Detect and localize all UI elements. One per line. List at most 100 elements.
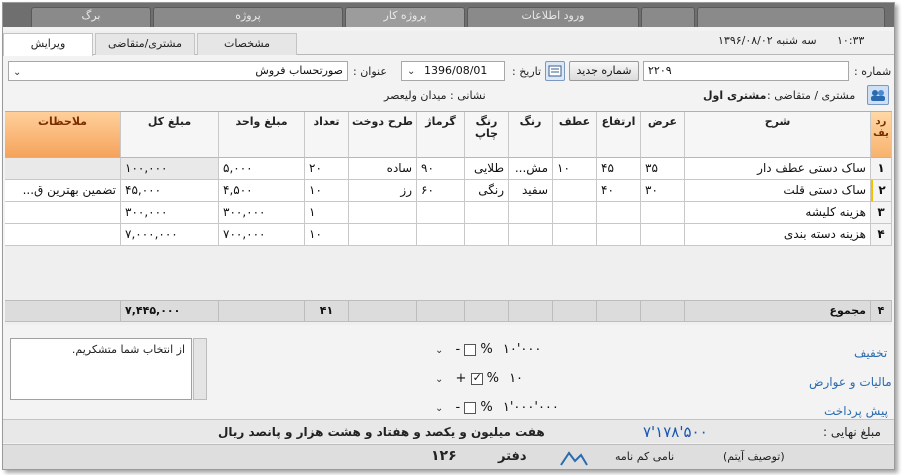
cell-qty[interactable]: ۲۰ xyxy=(305,158,349,180)
tax-percent-checkbox[interactable] xyxy=(470,371,483,385)
col-header-color[interactable]: رنگ xyxy=(509,112,553,158)
cell-stitch[interactable]: ساده xyxy=(349,158,417,180)
cell-unit-price[interactable]: ۴,۵۰۰ xyxy=(219,180,305,202)
cell-total[interactable]: ۳۰۰,۰۰۰ xyxy=(121,202,219,224)
cell-width[interactable]: ۳۵ xyxy=(641,158,685,180)
top-tab-2[interactable]: پروژه xyxy=(153,7,343,27)
cell-notes[interactable]: تضمین بهترین ق... xyxy=(5,180,121,202)
new-number-button[interactable]: شماره جدید xyxy=(569,61,639,81)
col-header-row-number[interactable]: رد یف xyxy=(871,112,892,158)
cell-color[interactable] xyxy=(509,224,553,246)
cell-print-color[interactable] xyxy=(465,202,509,224)
cell-stitch[interactable] xyxy=(349,202,417,224)
prepay-percent-checkbox[interactable] xyxy=(464,401,477,414)
cell-total[interactable]: ۴۵,۰۰۰ xyxy=(121,180,219,202)
customer-group-icon[interactable] xyxy=(867,85,889,105)
discount-label[interactable]: تخفیف xyxy=(854,346,887,360)
cell-unit-price[interactable]: ۳۰۰,۰۰۰ xyxy=(219,202,305,224)
notes-textarea[interactable]: از انتخاب شما متشکریم. xyxy=(10,338,192,400)
table-row[interactable]: ۷,۰۰۰,۰۰۰ ۷۰۰,۰۰۰ ۱۰ هزینه دسته بندی ۴ xyxy=(5,224,892,246)
table-row[interactable]: ۱۰۰,۰۰۰ ۵,۰۰۰ ۲۰ ساده ۹۰ طلایی مش... ۱۰ … xyxy=(5,158,892,180)
cell-row-number[interactable]: ۴ xyxy=(871,224,892,246)
cell-unit-price[interactable]: ۷۰۰,۰۰۰ xyxy=(219,224,305,246)
cell-gsm[interactable] xyxy=(417,224,465,246)
cell-row-number[interactable]: ۲ xyxy=(871,180,892,202)
cell-print-color[interactable]: رنگی xyxy=(465,180,509,202)
cell-color[interactable] xyxy=(509,202,553,224)
cell-total[interactable]: ۷,۰۰۰,۰۰۰ xyxy=(121,224,219,246)
col-header-height[interactable]: ارتفاع xyxy=(597,112,641,158)
table-row[interactable]: ۳۰۰,۰۰۰ ۳۰۰,۰۰۰ ۱ هزینه کلیشه ۳ xyxy=(5,202,892,224)
cell-height[interactable]: ۴۰ xyxy=(597,180,641,202)
cell-fold[interactable] xyxy=(553,180,597,202)
cell-gsm[interactable] xyxy=(417,202,465,224)
cell-color[interactable]: سفید xyxy=(509,180,553,202)
cell-width[interactable]: ۳۰ xyxy=(641,180,685,202)
cell-qty[interactable]: ۱۰ xyxy=(305,180,349,202)
col-header-stitch[interactable]: طرح دوخت xyxy=(349,112,417,158)
cell-stitch[interactable]: رز xyxy=(349,180,417,202)
date-input[interactable]: 1396/08/01 ⌄ xyxy=(401,61,505,81)
tax-label[interactable]: مالیات و عوارض xyxy=(809,375,892,389)
cell-width[interactable] xyxy=(641,224,685,246)
top-tab-5[interactable] xyxy=(641,7,695,27)
cell-notes[interactable] xyxy=(5,202,121,224)
title-select[interactable]: صورتحساب فروش ⌄ xyxy=(8,61,348,81)
discount-percent-checkbox[interactable] xyxy=(464,343,477,356)
cell-height[interactable] xyxy=(597,224,641,246)
col-header-qty[interactable]: تعداد xyxy=(305,112,349,158)
cell-qty[interactable]: ۱ xyxy=(305,202,349,224)
col-header-print-color[interactable]: رنگ چاپ xyxy=(465,112,509,158)
prepay-value[interactable]: ۱'۰۰۰'۰۰۰ xyxy=(503,400,559,415)
top-tab-3[interactable]: پروژه کار xyxy=(345,7,465,27)
cell-description[interactable]: ساک دستی عطف دار xyxy=(685,158,871,180)
col-header-fold[interactable]: عطف xyxy=(553,112,597,158)
cell-height[interactable] xyxy=(597,202,641,224)
cell-fold[interactable] xyxy=(553,224,597,246)
cell-height[interactable]: ۴۵ xyxy=(597,158,641,180)
tab-customer[interactable]: مشتری/متقاضی xyxy=(95,33,195,55)
cell-description[interactable]: ساک دستی قلت xyxy=(685,180,871,202)
top-tab-4[interactable]: ورود اطلاعات xyxy=(467,7,639,27)
cell-fold[interactable]: ۱۰ xyxy=(553,158,597,180)
cell-notes[interactable] xyxy=(5,224,121,246)
col-header-gsm[interactable]: گرماژ xyxy=(417,112,465,158)
cell-row-number[interactable]: ۱ xyxy=(871,158,892,180)
chevron-down-icon[interactable]: ⌄ xyxy=(435,374,443,385)
cell-row-number[interactable]: ۳ xyxy=(871,202,892,224)
cell-description[interactable]: هزینه کلیشه xyxy=(685,202,871,224)
footer-row-count: ۴ xyxy=(871,300,892,322)
cell-color[interactable]: مش... xyxy=(509,158,553,180)
cell-width[interactable] xyxy=(641,202,685,224)
prepayment-label[interactable]: پیش پرداخت xyxy=(824,404,888,418)
tab-details[interactable]: مشخصات xyxy=(197,33,297,55)
cell-total[interactable]: ۱۰۰,۰۰۰ xyxy=(121,158,219,180)
notes-scrollbar[interactable] xyxy=(193,338,207,400)
discount-value[interactable]: ۱۰'۰۰۰ xyxy=(503,342,542,357)
top-tab-1[interactable]: برگ xyxy=(31,7,151,27)
cell-qty[interactable]: ۱۰ xyxy=(305,224,349,246)
col-header-description[interactable]: شرح xyxy=(685,112,871,158)
col-header-width[interactable]: عرض xyxy=(641,112,685,158)
table-row[interactable]: تضمین بهترین ق... ۴۵,۰۰۰ ۴,۵۰۰ ۱۰ رز ۶۰ … xyxy=(5,180,892,202)
chevron-down-icon[interactable]: ⌄ xyxy=(435,403,443,414)
calendar-settings-icon[interactable] xyxy=(545,61,565,81)
chevron-down-icon[interactable]: ⌄ xyxy=(435,345,443,356)
col-header-notes[interactable]: ملاحظات xyxy=(5,112,121,158)
cell-notes[interactable] xyxy=(5,158,121,180)
cell-gsm[interactable]: ۶۰ xyxy=(417,180,465,202)
cell-print-color[interactable] xyxy=(465,224,509,246)
cell-unit-price[interactable]: ۵,۰۰۰ xyxy=(219,158,305,180)
col-header-total[interactable]: مبلغ کل xyxy=(121,112,219,158)
logo-icon xyxy=(559,449,589,467)
cell-fold[interactable] xyxy=(553,202,597,224)
col-header-unit-price[interactable]: مبلغ واحد xyxy=(219,112,305,158)
number-input[interactable]: ۲۲۰۹ xyxy=(643,61,849,81)
tax-value[interactable]: ۱۰ xyxy=(509,371,523,386)
cell-gsm[interactable]: ۹۰ xyxy=(417,158,465,180)
cell-stitch[interactable] xyxy=(349,224,417,246)
cell-description[interactable]: هزینه دسته بندی xyxy=(685,224,871,246)
top-tab-6[interactable] xyxy=(697,7,885,27)
tab-edit[interactable]: ویرایش xyxy=(3,33,93,56)
cell-print-color[interactable]: طلایی xyxy=(465,158,509,180)
